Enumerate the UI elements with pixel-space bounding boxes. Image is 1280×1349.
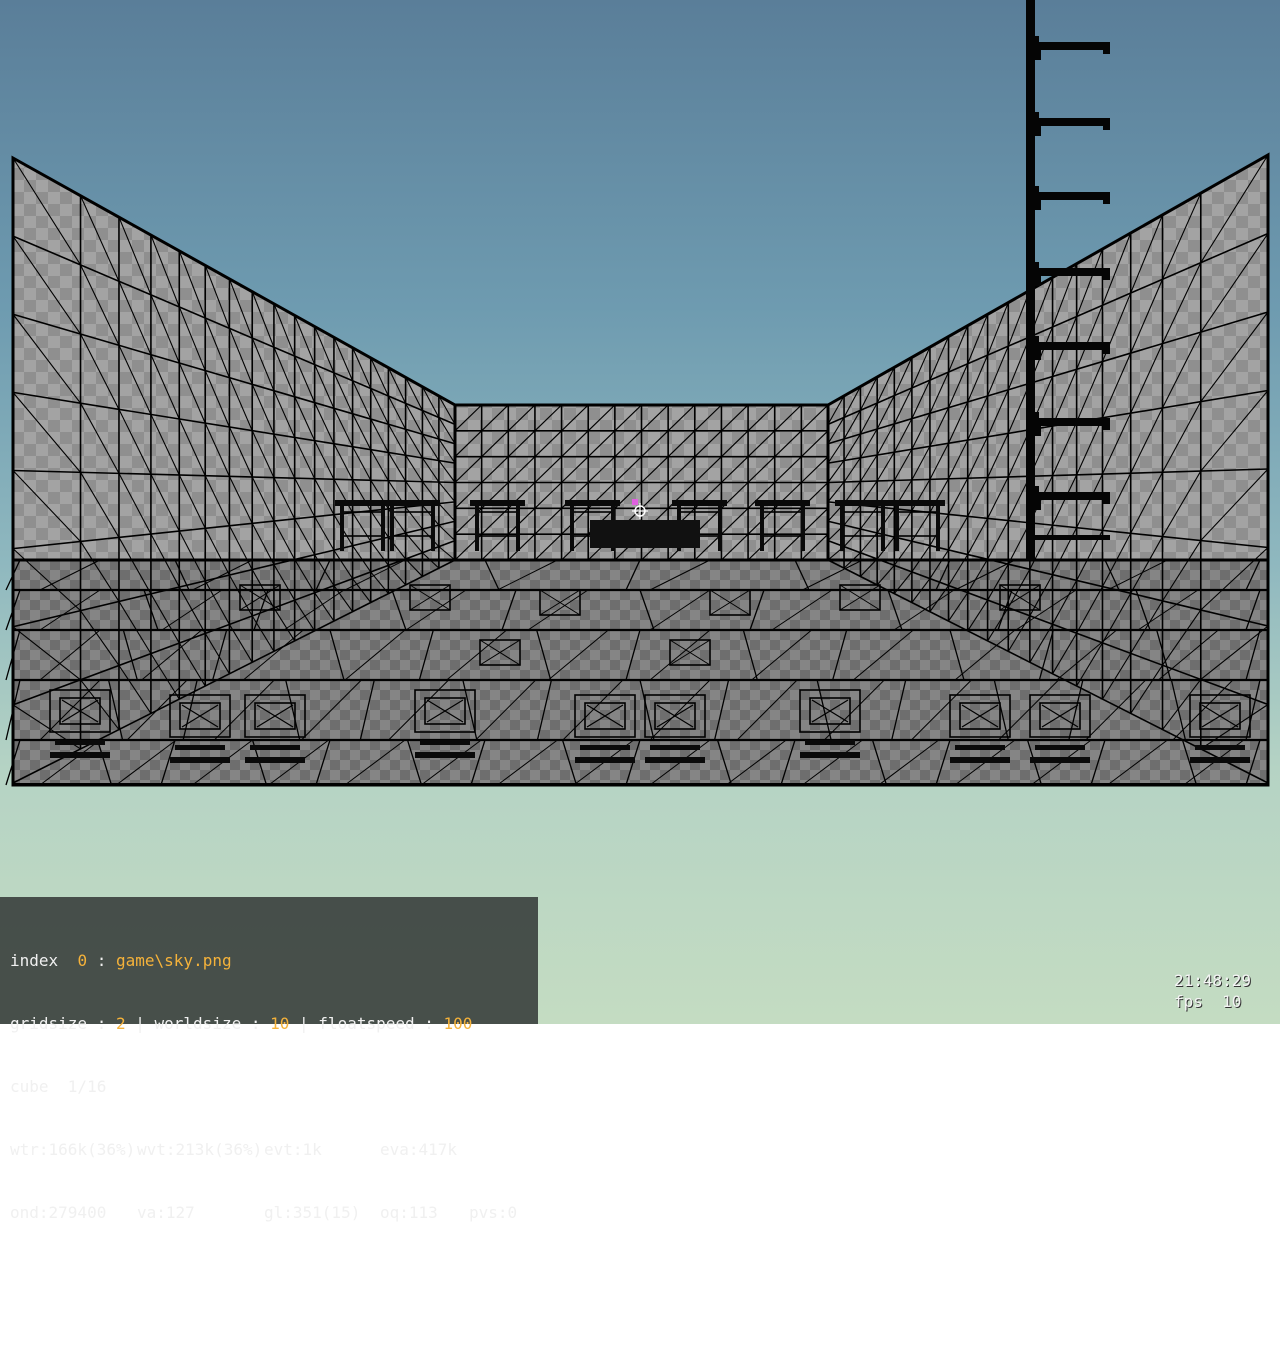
hud-stats-line-1: wtr:166k(36%) wvt:213k(36%) evt:1k eva:4…	[10, 1139, 538, 1160]
stat-gl: gl:351(15)	[264, 1203, 361, 1222]
stat-va: va:127	[137, 1203, 195, 1222]
clock-time: 21:48:29	[1174, 971, 1252, 990]
hud-cube-line: cube 1/16	[10, 1076, 538, 1097]
floor-geometry	[11, 558, 1270, 787]
stat-oq: oq:113	[380, 1203, 438, 1222]
stat-wtr: wtr:166k(36%)	[10, 1140, 136, 1159]
editor-hud-panel: index 0 : game\sky.png gridsize : 2 | wo…	[0, 897, 538, 1222]
index-value: 0	[77, 951, 88, 970]
stat-wvt: wvt:213k(36%)	[137, 1140, 263, 1159]
hud-stats-line-2: ond:279400 va:127 gl:351(15) oq:113 pvs:…	[10, 1202, 538, 1223]
game-viewport[interactable]: index 0 : game\sky.png gridsize : 2 | wo…	[0, 0, 1280, 1222]
index-label: index	[10, 951, 59, 970]
stat-evt: evt:1k	[264, 1140, 322, 1159]
texture-name: game\sky.png	[116, 951, 232, 970]
fps-counter: fps 10	[1174, 992, 1242, 1011]
wireframe-scene	[5, 0, 1270, 787]
clock-fps-readout: 21:48:29 fps 10	[1174, 970, 1251, 1012]
cube-info: cube 1/16	[10, 1077, 107, 1096]
hud-texture-line: index 0 : game\sky.png	[10, 950, 538, 971]
stat-ond: ond:279400	[10, 1203, 107, 1222]
stat-pvs: pvs:0	[469, 1203, 518, 1222]
separator: :	[96, 951, 107, 970]
stat-eva: eva:417k	[380, 1140, 458, 1159]
